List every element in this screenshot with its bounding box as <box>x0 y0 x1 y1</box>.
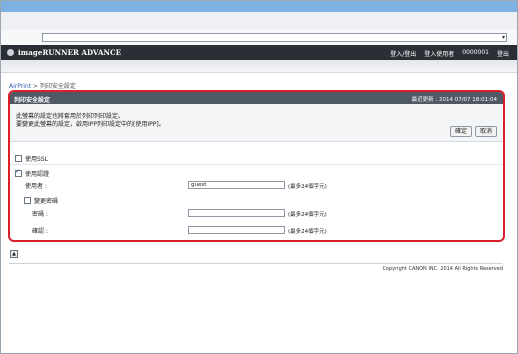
breadcrumb-separator: > <box>31 83 40 90</box>
top-of-page-icon[interactable]: ▲ <box>10 250 18 258</box>
change-password-checkbox[interactable] <box>24 197 31 204</box>
user-field-label: 使用者 : <box>25 183 47 190</box>
settings-panel: 列印安全設定 最近更新 : 2014 07/07 18:01:04 此螢幕的設定… <box>8 90 505 242</box>
browser-window: ▾ imageRUNNER ADVANCE 登入/登出 登入使用者 000000… <box>0 0 518 354</box>
password-field-label: 密碼 : <box>32 211 48 218</box>
menu-bar <box>1 12 517 31</box>
confirm-field-label: 確認 : <box>32 228 48 235</box>
sub-bar <box>1 60 517 73</box>
chevron-down-icon[interactable]: ▾ <box>502 34 505 41</box>
change-password-label: 變更密碼 <box>34 198 59 205</box>
panel-title: 列印安全設定 <box>14 97 51 104</box>
logout-link[interactable]: 登出 <box>497 49 509 58</box>
use-ssl-checkbox[interactable] <box>15 155 22 162</box>
confirm-hint: (最多24個字元) <box>288 229 327 235</box>
ok-button[interactable]: 確定 <box>450 126 472 137</box>
use-ssl-row: 使用SSL <box>15 154 48 163</box>
user-input[interactable]: guest <box>188 181 285 189</box>
user-hint: (最多24個字元) <box>288 184 327 190</box>
app-header: imageRUNNER ADVANCE 登入/登出 登入使用者 0000001 … <box>1 45 517 60</box>
last-updated: 最近更新 : 2014 07/07 18:01:04 <box>411 97 497 103</box>
divider <box>10 164 503 165</box>
use-auth-label: 使用認證 <box>25 171 50 178</box>
login-link[interactable]: 登入/登出 <box>390 49 416 58</box>
message-line-2: 要變更此螢幕的設定，啟用IPP列印設定中的[使用IPP]。 <box>16 121 165 128</box>
address-row: ▾ <box>1 30 517 46</box>
info-message: 此螢幕的設定也將套用於列印列印設定。 要變更此螢幕的設定，啟用IPP列印設定中的… <box>10 104 503 142</box>
breadcrumb: AirPrint > 列印安全設定 <box>9 81 76 90</box>
breadcrumb-airprint-link[interactable]: AirPrint <box>9 83 31 90</box>
panel-title-bar: 列印安全設定 最近更新 : 2014 07/07 18:01:04 <box>10 92 503 104</box>
use-ssl-label: 使用SSL <box>25 156 48 163</box>
confirm-input[interactable] <box>188 226 285 234</box>
breadcrumb-current: 列印安全設定 <box>39 83 76 90</box>
app-name: imageRUNNER ADVANCE <box>18 48 122 57</box>
user-label: 登入使用者 <box>424 51 455 58</box>
canon-logo-icon <box>7 49 14 56</box>
header-right: 登入/登出 登入使用者 0000001 登出 <box>390 49 509 58</box>
use-auth-checkbox[interactable] <box>15 168 22 177</box>
change-password-row: 變更密碼 <box>24 196 58 205</box>
cancel-button[interactable]: 取消 <box>475 126 497 137</box>
copyright: Copyright CANON INC. 2014 All Rights Res… <box>9 263 503 272</box>
address-dropdown[interactable]: ▾ <box>42 33 507 42</box>
use-auth-row: 使用認證 <box>15 168 50 178</box>
password-hint: (最多24個字元) <box>288 212 327 218</box>
user-id: 0000001 <box>462 49 489 56</box>
password-input[interactable] <box>188 209 285 217</box>
